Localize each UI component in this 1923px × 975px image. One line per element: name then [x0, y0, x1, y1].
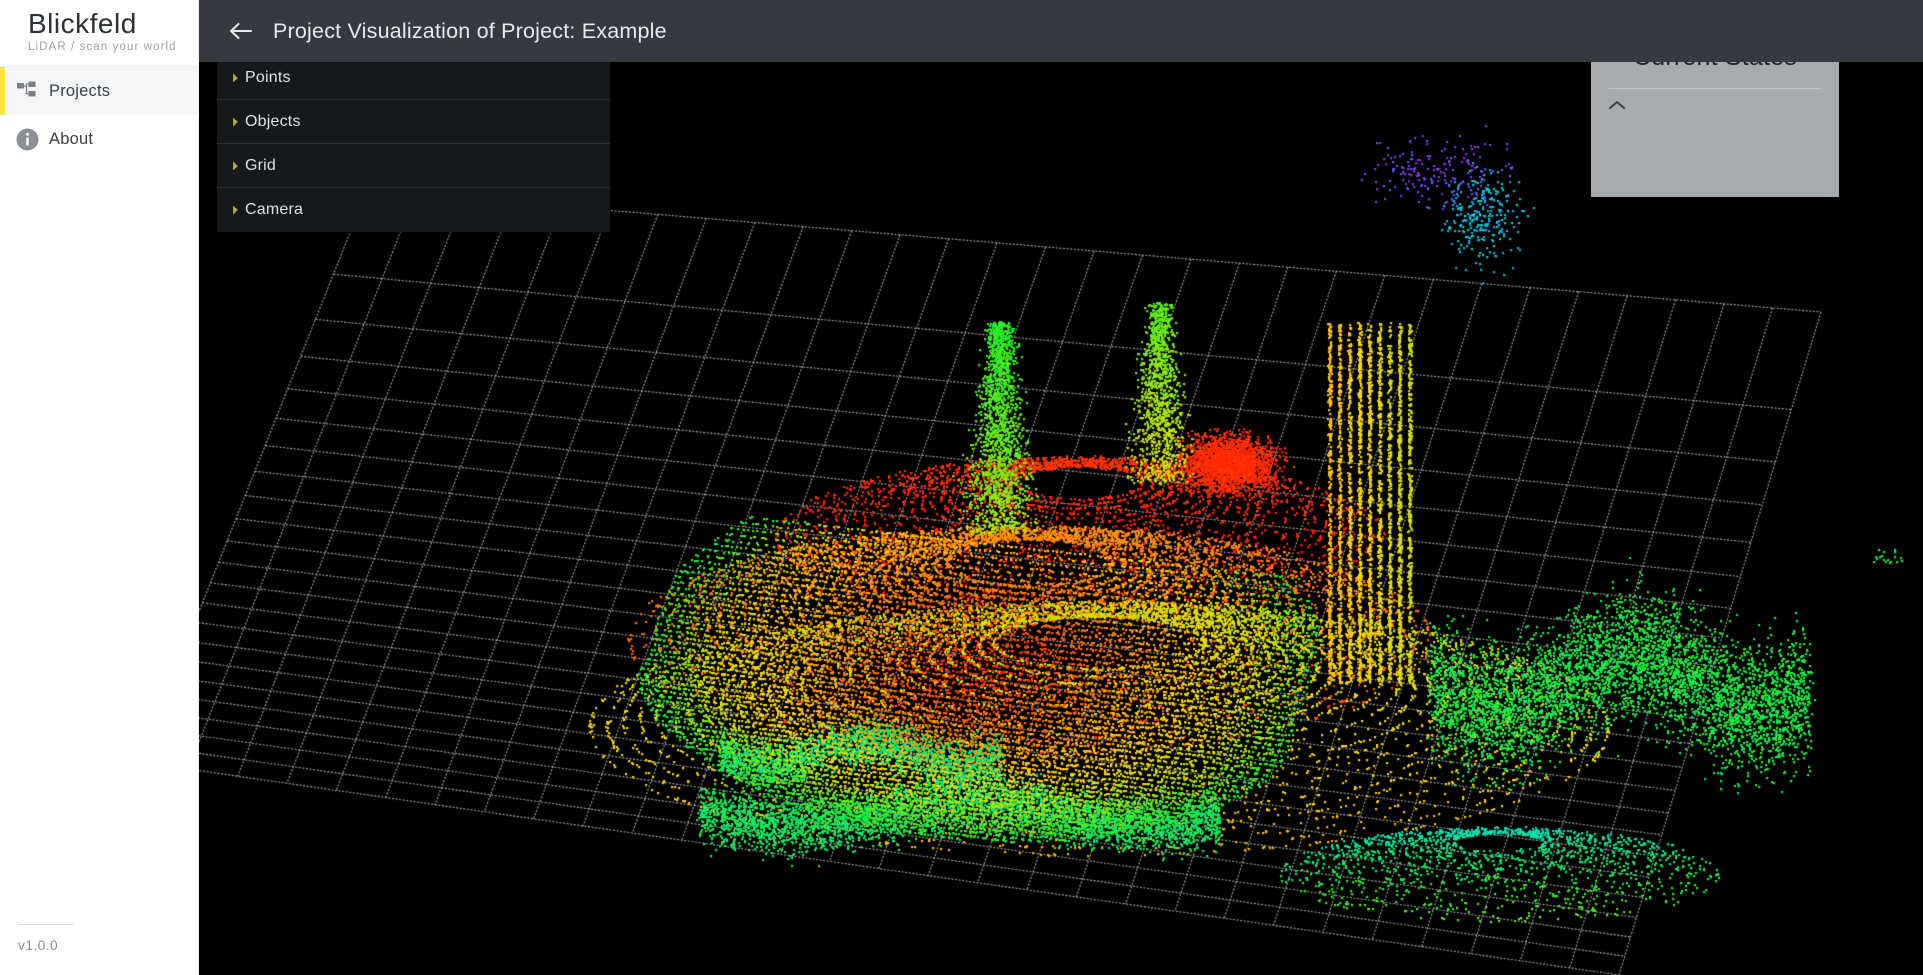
- info-circle-icon: [5, 128, 49, 151]
- canvas-control-row-grid[interactable]: Grid: [217, 144, 610, 188]
- canvas-control-row-points[interactable]: Points: [217, 56, 610, 100]
- footer-divider: [18, 924, 74, 925]
- sitemap-icon: [5, 81, 49, 101]
- triangle-right-icon: [227, 161, 243, 171]
- page-title: Project Visualization of Project: Exampl…: [273, 18, 667, 43]
- brand-name: Blickfeld: [28, 9, 198, 39]
- triangle-right-icon: [227, 117, 243, 127]
- sidebar-item-about[interactable]: About: [0, 115, 198, 163]
- version-footer: v1.0.0: [0, 924, 199, 975]
- current-states-divider: [1609, 88, 1821, 89]
- sidebar-item-label: About: [49, 129, 94, 148]
- sidebar-item-label: Projects: [49, 81, 111, 100]
- canvas-control-row-label: Grid: [245, 156, 277, 174]
- top-bar: Project Visualization of Project: Exampl…: [199, 0, 1923, 62]
- brand-name-text: Blickfeld: [28, 8, 137, 39]
- canvas-control-row-objects[interactable]: Objects: [217, 100, 610, 144]
- sidebar: Blickfeld LiDAR / scan your world Projec…: [0, 0, 199, 975]
- arrow-left-icon[interactable]: [213, 0, 269, 62]
- version-label: v1.0.0: [18, 937, 58, 953]
- main-area: Project Visualization of Project: Exampl…: [199, 0, 1923, 975]
- canvas-control-row-label: Objects: [245, 112, 301, 130]
- sidebar-item-projects[interactable]: Projects: [0, 67, 198, 115]
- brand-logo: Blickfeld LiDAR / scan your world: [0, 0, 198, 66]
- triangle-right-icon: [227, 205, 243, 215]
- canvas-control-row-camera[interactable]: Camera: [217, 188, 610, 232]
- application-root: Blickfeld LiDAR / scan your world Projec…: [0, 0, 1923, 975]
- chevron-up-icon[interactable]: [1607, 98, 1627, 118]
- canvas-control-row-label: Camera: [245, 201, 304, 218]
- triangle-right-icon: [227, 73, 243, 83]
- canvas-control-row-label: Points: [245, 68, 291, 86]
- brand-tagline: LiDAR / scan your world: [28, 41, 177, 53]
